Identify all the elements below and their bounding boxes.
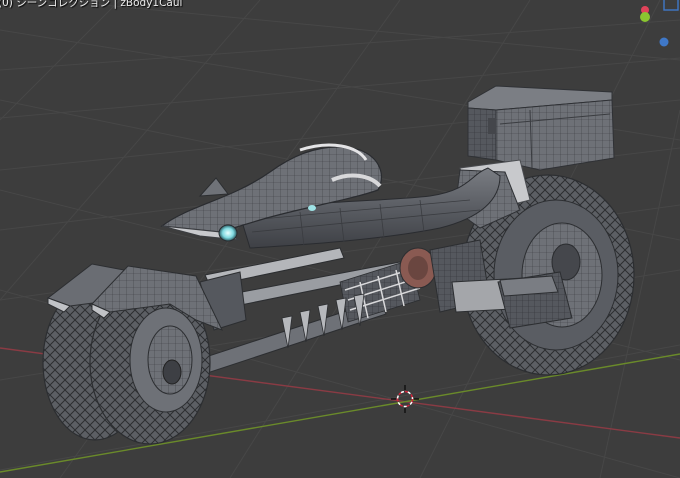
scene-canvas[interactable] — [0, 0, 680, 478]
bike-model[interactable] — [42, 85, 635, 445]
gizmo-frame-icon — [663, 0, 679, 11]
swing-arm[interactable] — [497, 271, 573, 329]
cargo-box[interactable] — [467, 85, 615, 171]
3d-viewport[interactable]: (0) シーンコレクション | zBody1Caul — [0, 0, 680, 478]
viewport-info-text: (0) シーンコレクション | zBody1Caul — [0, 0, 183, 9]
navigation-gizmo[interactable] — [640, 0, 680, 50]
axis-z-icon[interactable] — [659, 37, 669, 47]
3d-cursor-icon[interactable] — [391, 385, 419, 413]
axis-y-icon[interactable] — [640, 12, 650, 22]
headlight — [218, 224, 238, 242]
cowl-light — [308, 205, 316, 211]
